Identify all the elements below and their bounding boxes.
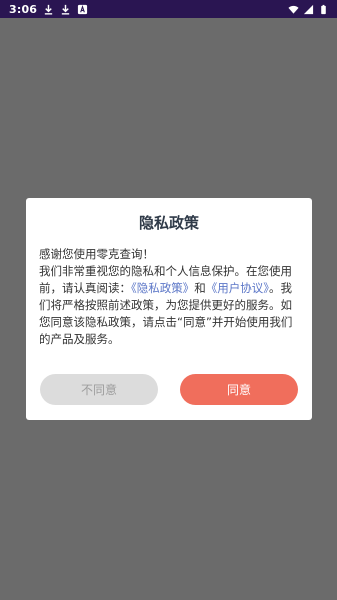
signal-icon <box>303 4 314 15</box>
disagree-button[interactable]: 不同意 <box>40 374 158 405</box>
privacy-policy-link[interactable]: 《隐私政策》 <box>131 281 194 295</box>
status-bar: 3:06 <box>0 0 337 18</box>
status-bar-right <box>288 4 329 15</box>
conjunction-text: 和 <box>194 281 206 295</box>
user-agreement-link[interactable]: 《用户协议》 <box>206 281 269 295</box>
status-bar-left: 3:06 <box>9 3 88 16</box>
dialog-title: 隐私政策 <box>138 214 199 232</box>
font-icon <box>77 4 88 15</box>
dialog-message: 感谢您使用零克查询！ 我们非常重视您的隐私和个人信息保护。在您使用前，请认真阅读… <box>39 246 302 348</box>
wifi-icon <box>288 4 299 15</box>
greeting-text: 感谢您使用零克查询！ <box>39 247 154 261</box>
agree-button[interactable]: 同意 <box>180 374 298 405</box>
status-time: 3:06 <box>9 2 38 16</box>
battery-icon <box>318 4 329 15</box>
privacy-policy-dialog: 隐私政策 感谢您使用零克查询！ 我们非常重视您的隐私和个人信息保护。在您使用前，… <box>26 198 312 420</box>
download-icon <box>60 4 71 15</box>
download-icon <box>43 4 54 15</box>
